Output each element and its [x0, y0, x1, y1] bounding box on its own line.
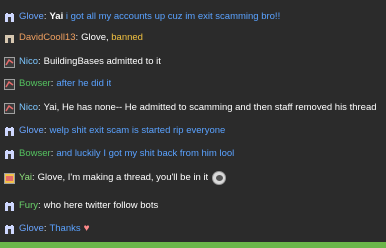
chat-message: Yai: Glove, I'm making a thread, you'll … — [4, 170, 384, 186]
bottom-bar — [0, 242, 386, 248]
user-name[interactable]: Nico — [19, 54, 38, 70]
name-separator: : — [43, 11, 47, 22]
chat-message: Glove: Yai i got all my accounts up cuz … — [4, 9, 384, 25]
castle-icon — [4, 12, 15, 23]
message-body: Glove, — [81, 32, 112, 43]
user-name[interactable]: Glove — [19, 9, 44, 25]
chat-message: Bowser: and luckily I got my shit back f… — [4, 146, 384, 162]
name-separator: : — [38, 102, 41, 113]
message-text: Yai, He has none-- He admitted to scammi… — [44, 100, 377, 116]
name-separator: : — [38, 200, 41, 211]
castle-icon — [4, 149, 15, 160]
castle-icon — [4, 224, 15, 235]
status-text: banned — [111, 32, 143, 43]
castle-icon — [4, 33, 15, 44]
message-text: Glove, I'm making a thread, you'll be in… — [38, 170, 209, 186]
emote-icon — [212, 171, 227, 185]
user-name[interactable]: Nico — [19, 100, 38, 116]
castle-icon — [4, 201, 15, 212]
name-separator: : — [75, 32, 79, 43]
message-body: and luckily I got my shit back from him … — [56, 148, 235, 159]
message-text: welp shit exit scam is started rip every… — [49, 123, 225, 139]
mention: Yai — [49, 11, 64, 22]
chat-message: Glove: Thanks ♥ — [4, 221, 384, 237]
name-separator: : — [32, 172, 35, 183]
user-name[interactable]: Bowser — [19, 76, 51, 92]
message-body: after he did it — [56, 78, 112, 89]
message-text: after he did it — [56, 76, 111, 92]
user-name[interactable]: Glove — [19, 123, 44, 139]
yai-icon — [4, 172, 15, 184]
message-body: Thanks — [49, 223, 81, 234]
message-body: welp shit exit scam is started rip every… — [49, 125, 226, 136]
message-text: and luckily I got my shit back from him … — [56, 146, 234, 162]
user-name[interactable]: Yai — [19, 170, 32, 186]
chat-message: Glove: welp shit exit scam is started ri… — [4, 123, 384, 139]
message-text: who here twitter follow bots — [44, 198, 159, 214]
chat-log: Glove: Yai i got all my accounts up cuz … — [0, 0, 386, 248]
message-body: i got all my accounts up cuz im exit sca… — [63, 11, 281, 22]
chat-message: Nico: Yai, He has none-- He admitted to … — [4, 100, 384, 116]
message-body: who here twitter follow bots — [43, 200, 159, 211]
message-text: BuildingBases admitted to it — [44, 54, 161, 70]
chat-message: Fury: who here twitter follow bots — [4, 198, 384, 214]
name-separator: : — [38, 56, 41, 67]
user-name[interactable]: Glove — [19, 221, 44, 237]
chat-message: Nico: BuildingBases admitted to it — [4, 54, 384, 70]
name-separator: : — [43, 125, 47, 136]
nico-icon — [4, 102, 15, 114]
user-name[interactable]: DavidCooll13 — [19, 30, 76, 46]
name-separator: : — [43, 223, 47, 234]
message-text: Thanks — [49, 221, 80, 237]
heart-icon: ♥ — [83, 223, 90, 234]
castle-icon — [4, 126, 15, 137]
chat-message: DavidCooll13: Glove, banned — [4, 30, 384, 46]
message-text: Glove, banned — [81, 30, 143, 46]
nico-icon — [4, 56, 15, 68]
message-body: Glove, I'm making a thread, you'll be in… — [37, 172, 209, 183]
name-separator: : — [50, 148, 54, 159]
name-separator: : — [50, 78, 54, 89]
message-body: BuildingBases admitted to it — [43, 56, 161, 67]
nico-icon — [4, 78, 15, 90]
user-name[interactable]: Fury — [19, 198, 38, 214]
user-name[interactable]: Bowser — [19, 146, 51, 162]
message-body: Yai, He has none-- He admitted to scammi… — [43, 102, 377, 113]
chat-message: Bowser: after he did it — [4, 76, 384, 92]
message-text: Yai i got all my accounts up cuz im exit… — [49, 9, 280, 25]
